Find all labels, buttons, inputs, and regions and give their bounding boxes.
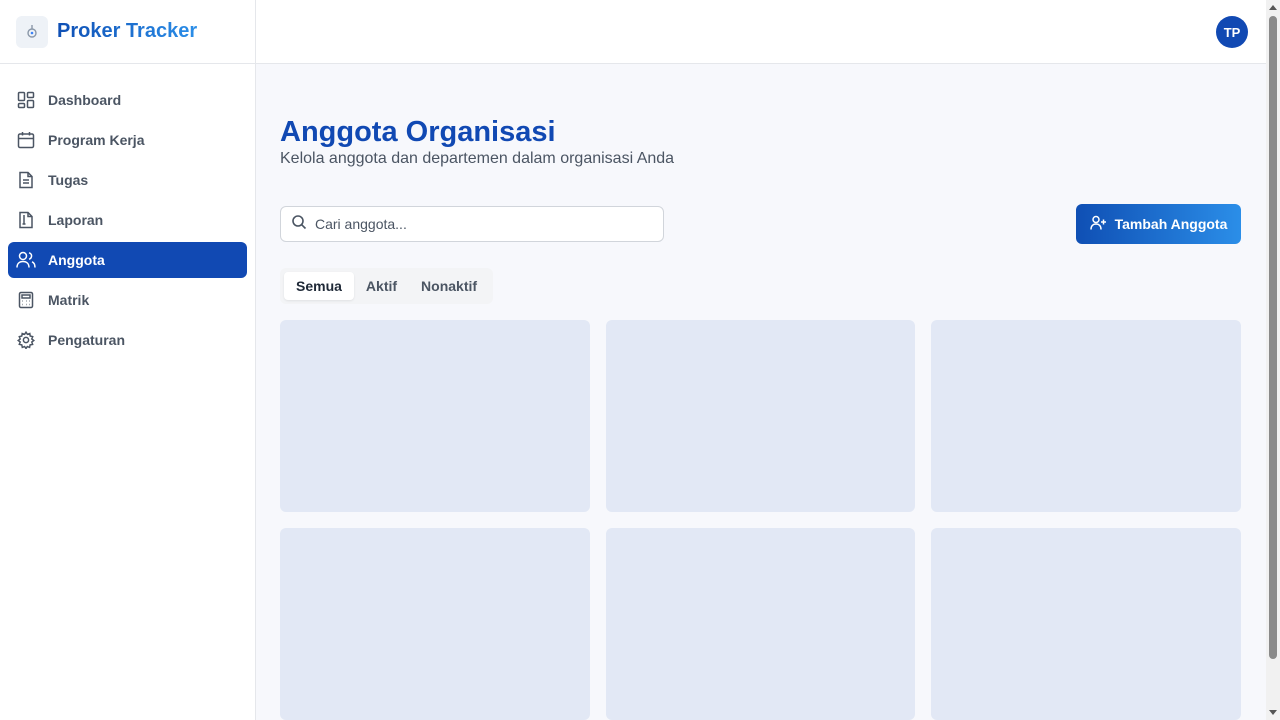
sidebar-item-label: Anggota — [48, 252, 105, 268]
sidebar-item-label: Dashboard — [48, 92, 122, 108]
sidebar-item-matrik[interactable]: Matrik — [8, 282, 247, 318]
avatar[interactable]: TP — [1216, 16, 1248, 48]
search-icon — [291, 214, 307, 235]
calculator-icon — [16, 290, 36, 310]
sidebar-item-program-kerja[interactable]: Program Kerja — [8, 122, 247, 158]
gear-icon — [16, 330, 36, 350]
member-card-skeleton — [606, 320, 915, 512]
member-card-skeleton — [280, 320, 590, 512]
dashboard-icon — [16, 90, 36, 110]
sidebar-nav: Dashboard Program Kerja Tugas Laporan An… — [0, 64, 255, 358]
member-card-skeleton — [606, 528, 915, 720]
page-title: Anggota Organisasi — [280, 116, 556, 148]
user-plus-icon — [1089, 215, 1115, 234]
sidebar-item-dashboard[interactable]: Dashboard — [8, 82, 247, 118]
brand-title: Proker Tracker — [57, 20, 198, 42]
page-scrollbar[interactable] — [1266, 0, 1280, 720]
member-card-skeleton — [931, 320, 1241, 512]
search-box[interactable] — [280, 206, 664, 242]
search-input[interactable] — [315, 216, 635, 232]
brand[interactable]: Proker Tracker — [0, 0, 255, 64]
sidebar-item-label: Matrik — [48, 292, 90, 308]
add-member-button[interactable]: Tambah Anggota — [1076, 204, 1241, 244]
report-icon — [16, 210, 36, 230]
users-icon — [16, 250, 36, 270]
page-subtitle: Kelola anggota dan departemen dalam orga… — [280, 150, 675, 167]
sidebar-item-tugas[interactable]: Tugas — [8, 162, 247, 198]
scroll-down-icon[interactable] — [1269, 710, 1277, 715]
scroll-thumb[interactable] — [1269, 16, 1277, 659]
sidebar-item-label: Pengaturan — [48, 332, 126, 348]
document-icon — [16, 170, 36, 190]
sidebar: Proker Tracker Dashboard Program Kerja T… — [0, 0, 256, 720]
sidebar-item-label: Tugas — [48, 172, 89, 188]
sidebar-item-anggota[interactable]: Anggota — [8, 242, 247, 278]
logo-icon — [16, 15, 48, 48]
top-header: TP — [256, 0, 1266, 64]
tab-nonaktif[interactable]: Nonaktif — [409, 272, 489, 300]
sidebar-item-laporan[interactable]: Laporan — [8, 202, 247, 238]
calendar-icon — [16, 130, 36, 150]
sidebar-item-pengaturan[interactable]: Pengaturan — [8, 322, 247, 358]
scroll-up-icon[interactable] — [1269, 5, 1277, 10]
tab-semua[interactable]: Semua — [284, 272, 354, 300]
sidebar-item-label: Laporan — [48, 212, 104, 228]
status-tabs: Semua Aktif Nonaktif — [280, 268, 494, 304]
main-content: Anggota Organisasi Kelola anggota dan de… — [280, 64, 1241, 720]
tab-aktif[interactable]: Aktif — [354, 272, 409, 300]
member-card-skeleton — [931, 528, 1241, 720]
member-card-skeleton — [280, 528, 590, 720]
add-member-label: Tambah Anggota — [1114, 216, 1228, 232]
sidebar-item-label: Program Kerja — [48, 132, 145, 148]
